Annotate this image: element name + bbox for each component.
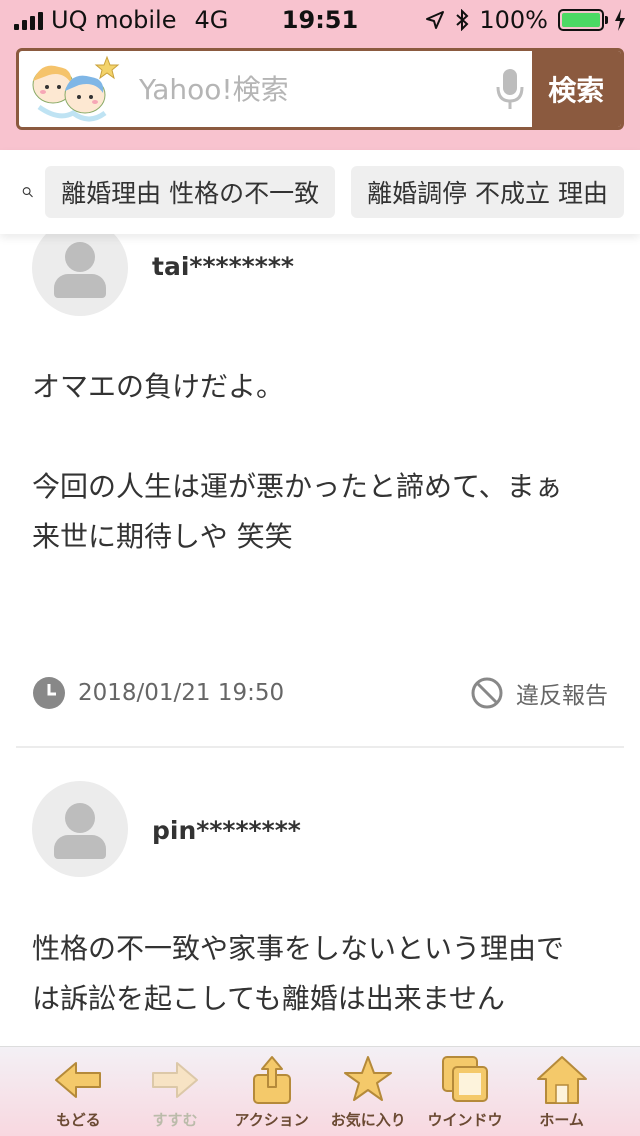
charging-bolt-icon: [615, 9, 625, 31]
favorites-button[interactable]: お気に入り: [323, 1053, 413, 1130]
avatar: [32, 234, 128, 316]
username[interactable]: tai********: [152, 252, 294, 281]
star-icon: [344, 1056, 393, 1101]
microphone-icon[interactable]: [488, 51, 532, 127]
signal-strength-icon: [14, 10, 43, 30]
battery-icon: [558, 9, 608, 31]
search-icon: [22, 187, 33, 198]
divider: [16, 746, 624, 748]
report-label: 違反報告: [516, 683, 608, 709]
action-button[interactable]: アクション: [227, 1053, 317, 1130]
back-button[interactable]: もどる: [33, 1053, 123, 1130]
search-button[interactable]: 検索: [531, 51, 621, 127]
username[interactable]: pin********: [152, 816, 301, 845]
windows-icon: [441, 1056, 488, 1102]
windows-button[interactable]: ウインドウ: [420, 1053, 510, 1130]
suggestion-chip[interactable]: 離婚調停 不成立 理由: [351, 166, 624, 218]
answers-list: tai******** オマエの負けだよ。 今回の人生は運が悪かったと諦めて、ま…: [0, 234, 640, 1046]
answer-text: オマエの負けだよ。 今回の人生は運が悪かったと諦めて、まぁ 来世に期待しや 笑笑: [32, 370, 563, 553]
status-bar: UQ mobile 4G 19:51 100%: [0, 0, 640, 40]
suggestion-chip[interactable]: 離婚理由 性格の不一致: [45, 166, 336, 218]
answer-meta: 2018/01/21 19:50 違反報告: [32, 676, 608, 710]
related-search-bar: 離婚理由 性格の不一致 離婚調停 不成立 理由: [0, 150, 640, 234]
twin-stars-mascot-icon: [19, 51, 129, 127]
forward-arrow-icon: [151, 1062, 198, 1098]
browser-toolbar: もどる すすむ アクション お気に入り ウインドウ ホーム: [0, 1046, 640, 1136]
bluetooth-icon: [456, 9, 469, 31]
share-icon: [252, 1056, 291, 1104]
search-header: 検索: [0, 40, 640, 150]
search-box: 検索: [16, 48, 624, 130]
answer-text: 性格の不一致や家事をしないという理由で は訴訟を起こしても離婚は出来ません: [32, 932, 565, 1015]
carrier-name: UQ mobile: [51, 6, 177, 34]
search-input[interactable]: [129, 51, 488, 127]
network-type: 4G: [194, 6, 229, 34]
forward-button[interactable]: すすむ: [130, 1053, 220, 1130]
report-violation-link[interactable]: 違反報告: [470, 676, 608, 710]
home-icon: [536, 1056, 587, 1104]
answer-timestamp: 2018/01/21 19:50: [78, 680, 285, 706]
back-arrow-icon: [55, 1062, 102, 1098]
avatar: [32, 781, 128, 877]
battery-percent: 100%: [479, 6, 548, 34]
location-arrow-icon: [426, 11, 445, 29]
clock-icon: [33, 677, 65, 709]
home-button[interactable]: ホーム: [517, 1053, 607, 1130]
prohibited-icon: [471, 677, 503, 709]
